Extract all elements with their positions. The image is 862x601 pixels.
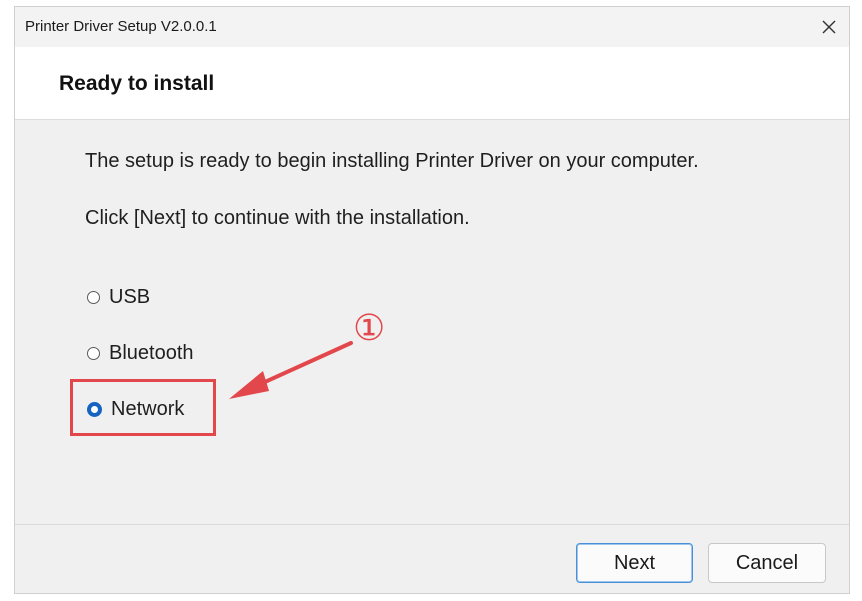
close-icon [822,20,836,34]
radio-usb-label: USB [109,285,151,308]
window-title: Printer Driver Setup V2.0.0.1 [25,18,217,35]
radio-usb[interactable]: USB [87,282,150,312]
close-button[interactable] [809,7,849,47]
annotation-arrow: ① [229,308,385,399]
title-bar: Printer Driver Setup V2.0.0.1 [15,7,849,47]
cancel-button[interactable]: Cancel [708,543,826,583]
setup-dialog: Printer Driver Setup V2.0.0.1 Ready to i… [14,6,850,594]
radio-bluetooth-label: Bluetooth [109,341,194,364]
radio-bluetooth[interactable]: Bluetooth [87,338,194,368]
header-panel: Ready to install [15,47,849,120]
instruction-text: Click [Next] to continue with the instal… [85,207,470,229]
radio-bluetooth-button[interactable] [87,346,100,360]
annotation-highlight-box [70,379,216,436]
radio-usb-button[interactable] [87,290,100,304]
annotation-marker: ① [353,308,385,349]
footer-divider [15,524,849,525]
next-button[interactable]: Next [576,543,693,583]
page-title: Ready to install [59,72,215,95]
intro-text: The setup is ready to begin installing P… [85,150,699,172]
arrow-head-icon [229,371,269,399]
